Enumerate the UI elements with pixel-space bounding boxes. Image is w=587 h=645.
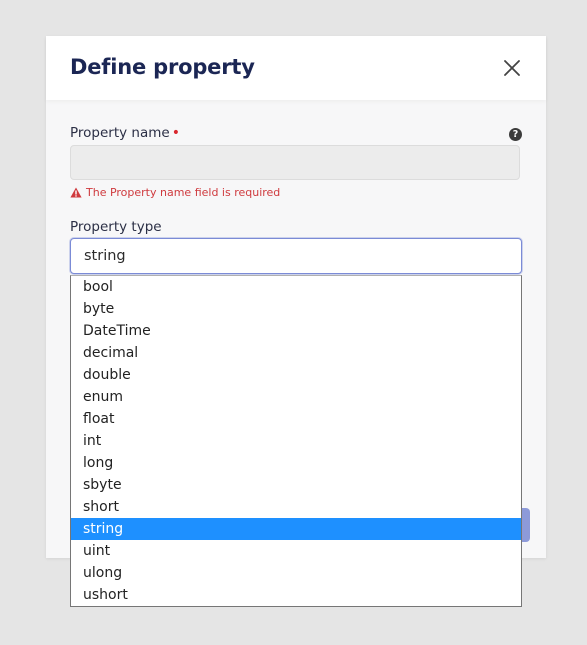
- property-type-select[interactable]: string: [70, 238, 522, 274]
- option-enum[interactable]: enum: [71, 386, 521, 408]
- option-decimal[interactable]: decimal: [71, 342, 521, 364]
- close-icon: [504, 60, 520, 76]
- property-name-label: Property name •: [70, 125, 180, 141]
- dialog-title: Define property: [70, 55, 255, 79]
- property-name-input[interactable]: [70, 145, 520, 180]
- required-marker: •: [171, 125, 180, 141]
- error-text: The Property name field is required: [86, 186, 281, 199]
- option-datetime[interactable]: DateTime: [71, 320, 521, 342]
- dialog-header: Define property: [46, 36, 546, 100]
- option-byte[interactable]: byte: [71, 298, 521, 320]
- option-bool[interactable]: bool: [71, 276, 521, 298]
- help-icon[interactable]: ?: [509, 128, 522, 141]
- option-uint[interactable]: uint: [71, 540, 521, 562]
- option-ushort[interactable]: ushort: [71, 584, 521, 606]
- option-int[interactable]: int: [71, 430, 521, 452]
- save-button[interactable]: [521, 508, 530, 542]
- option-double[interactable]: double: [71, 364, 521, 386]
- property-name-error: The Property name field is required: [70, 186, 280, 199]
- close-button[interactable]: [500, 56, 524, 80]
- option-string[interactable]: string: [71, 518, 521, 540]
- property-type-label: Property type: [70, 219, 162, 235]
- option-sbyte[interactable]: sbyte: [71, 474, 521, 496]
- option-short[interactable]: short: [71, 496, 521, 518]
- property-type-dropdown-list[interactable]: bool byte DateTime decimal double enum f…: [70, 275, 522, 607]
- warning-icon: [70, 187, 82, 198]
- option-long[interactable]: long: [71, 452, 521, 474]
- option-float[interactable]: float: [71, 408, 521, 430]
- property-name-label-text: Property name: [70, 125, 170, 141]
- option-ulong[interactable]: ulong: [71, 562, 521, 584]
